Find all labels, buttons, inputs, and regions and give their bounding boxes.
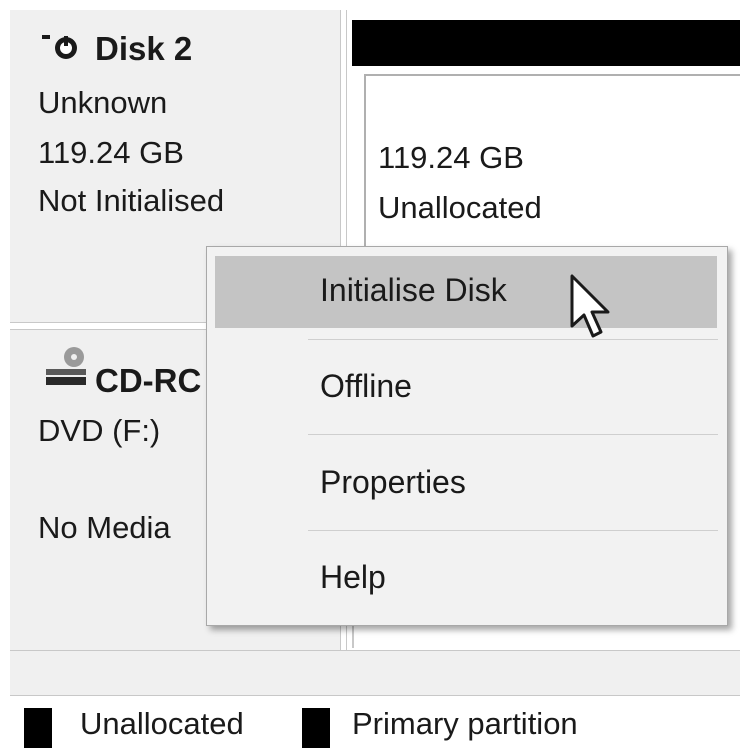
cd-drive-icon [44,345,90,387]
menu-item-properties[interactable]: Properties [215,448,717,520]
top-margin [0,0,740,10]
menu-item-label: Help [320,559,386,595]
disk-warning-icon [40,33,80,63]
menu-separator [308,434,718,435]
cdrom-title[interactable]: CD-RC [95,362,201,400]
cdrom-drive: DVD (F:) [38,413,161,448]
partition-status: Unallocated [378,190,542,225]
partition-size: 119.24 GB [378,140,524,175]
menu-item-label: Offline [320,368,412,404]
disk-status: Not Initialised [38,183,225,218]
menu-separator [308,530,718,531]
legend-label-unallocated: Unallocated [80,706,244,741]
mouse-pointer-icon [568,274,614,342]
legend-swatch-unallocated [24,708,52,748]
disk-size: 119.24 GB [38,135,184,170]
cdrom-media: No Media [38,510,171,545]
disk-title[interactable]: Disk 2 [95,30,192,68]
legend-swatch-primary [302,708,330,748]
menu-item-label: Properties [320,464,466,500]
menu-item-help[interactable]: Help [215,543,717,615]
status-strip [10,650,740,696]
legend-label-primary: Primary partition [352,706,578,741]
menu-item-offline[interactable]: Offline [215,352,717,424]
menu-separator [308,339,718,340]
menu-item-label: Initialise Disk [320,272,507,308]
menu-item-initialise-disk[interactable]: Initialise Disk [215,256,717,328]
disk-type: Unknown [38,85,168,120]
partition-color-bar [352,20,740,66]
